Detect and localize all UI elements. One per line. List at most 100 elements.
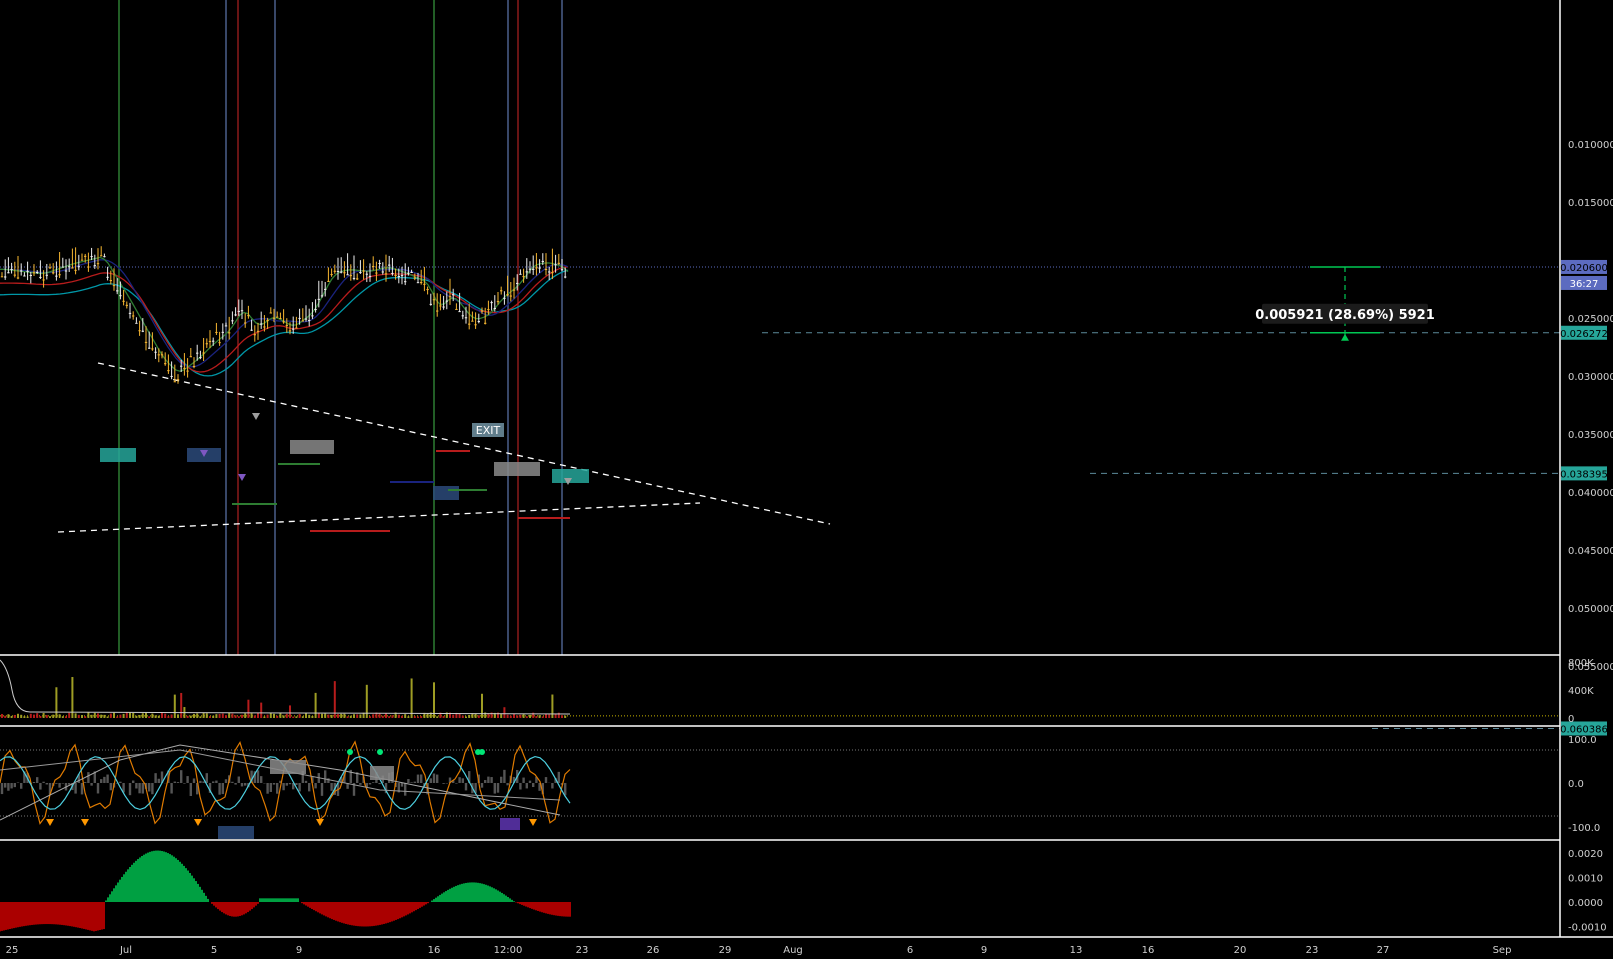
candle[interactable]	[324, 288, 327, 290]
candle[interactable]	[506, 294, 509, 296]
candle[interactable]	[320, 295, 324, 297]
candle[interactable]	[532, 268, 535, 270]
candle[interactable]	[189, 356, 192, 358]
candle[interactable]	[564, 276, 567, 278]
candle[interactable]	[554, 264, 557, 266]
candle[interactable]	[234, 314, 237, 316]
candle[interactable]	[400, 275, 404, 277]
candle[interactable]	[183, 367, 186, 369]
candle[interactable]	[125, 304, 128, 306]
candle[interactable]	[7, 272, 10, 274]
candle[interactable]	[500, 290, 503, 292]
candle[interactable]	[77, 266, 80, 268]
candle[interactable]	[448, 296, 452, 298]
candle[interactable]	[560, 269, 564, 271]
candle[interactable]	[71, 267, 74, 269]
candle[interactable]	[352, 277, 356, 279]
candle[interactable]	[314, 309, 317, 311]
candle[interactable]	[330, 274, 333, 276]
candle[interactable]	[260, 323, 263, 325]
candle[interactable]	[548, 271, 551, 273]
candle[interactable]	[215, 331, 218, 333]
candle[interactable]	[394, 274, 397, 276]
candle[interactable]	[496, 301, 500, 303]
candle[interactable]	[263, 326, 266, 328]
candle[interactable]	[308, 320, 311, 322]
candle[interactable]	[176, 379, 180, 381]
candle[interactable]	[388, 264, 391, 266]
candle[interactable]	[452, 294, 455, 296]
candle[interactable]	[87, 266, 90, 268]
candle[interactable]	[490, 302, 493, 304]
candle[interactable]	[212, 340, 215, 342]
candle[interactable]	[144, 341, 148, 343]
candle[interactable]	[436, 310, 439, 312]
candle[interactable]	[416, 282, 420, 284]
candle[interactable]	[48, 267, 52, 269]
candle[interactable]	[375, 272, 378, 274]
candle[interactable]	[343, 272, 346, 274]
candle[interactable]	[74, 269, 77, 271]
candle[interactable]	[42, 279, 45, 281]
candle[interactable]	[298, 317, 301, 319]
candle[interactable]	[317, 298, 320, 300]
candle[interactable]	[96, 263, 100, 265]
candle[interactable]	[544, 269, 548, 271]
candle[interactable]	[484, 322, 487, 324]
candle[interactable]	[445, 300, 448, 302]
candle[interactable]	[397, 275, 400, 277]
candle[interactable]	[119, 295, 122, 297]
candle[interactable]	[164, 363, 167, 365]
candle[interactable]	[381, 271, 384, 273]
candle[interactable]	[151, 348, 154, 350]
candle[interactable]	[16, 277, 20, 279]
candle[interactable]	[112, 285, 116, 287]
candle[interactable]	[64, 270, 68, 272]
candle[interactable]	[279, 318, 282, 320]
candle[interactable]	[154, 351, 157, 353]
candle[interactable]	[292, 328, 295, 330]
candle[interactable]	[186, 370, 189, 372]
candle[interactable]	[372, 266, 375, 268]
candle[interactable]	[138, 330, 141, 332]
candle[interactable]	[541, 260, 544, 262]
candle[interactable]	[442, 306, 445, 308]
candle[interactable]	[311, 315, 314, 317]
candle[interactable]	[84, 255, 87, 257]
candle[interactable]	[218, 342, 221, 344]
candle[interactable]	[128, 312, 132, 314]
candle[interactable]	[20, 270, 23, 272]
candle[interactable]	[519, 273, 522, 275]
candle[interactable]	[410, 271, 413, 273]
candle[interactable]	[528, 268, 532, 270]
candle[interactable]	[516, 282, 519, 284]
candle[interactable]	[253, 334, 256, 336]
candle[interactable]	[26, 270, 29, 272]
candle[interactable]	[90, 256, 93, 258]
candle[interactable]	[295, 327, 298, 329]
candle[interactable]	[333, 270, 336, 272]
candle[interactable]	[148, 347, 151, 349]
candle[interactable]	[468, 323, 471, 325]
candle[interactable]	[461, 315, 464, 317]
candle[interactable]	[192, 366, 196, 368]
candle[interactable]	[404, 281, 407, 283]
candle[interactable]	[116, 290, 119, 292]
candle[interactable]	[282, 321, 285, 323]
candle[interactable]	[538, 267, 541, 269]
candle[interactable]	[512, 289, 516, 291]
candle[interactable]	[359, 272, 362, 274]
candle[interactable]	[4, 276, 7, 278]
candle[interactable]	[535, 267, 538, 269]
candle[interactable]	[58, 274, 61, 276]
candle[interactable]	[423, 283, 426, 285]
candle[interactable]	[285, 324, 288, 326]
candle[interactable]	[429, 303, 432, 305]
candle[interactable]	[135, 322, 138, 324]
candle[interactable]	[199, 357, 202, 359]
candle[interactable]	[93, 265, 96, 267]
candle[interactable]	[301, 320, 304, 322]
candle[interactable]	[228, 332, 231, 334]
candle[interactable]	[525, 271, 528, 273]
candle[interactable]	[276, 316, 279, 318]
